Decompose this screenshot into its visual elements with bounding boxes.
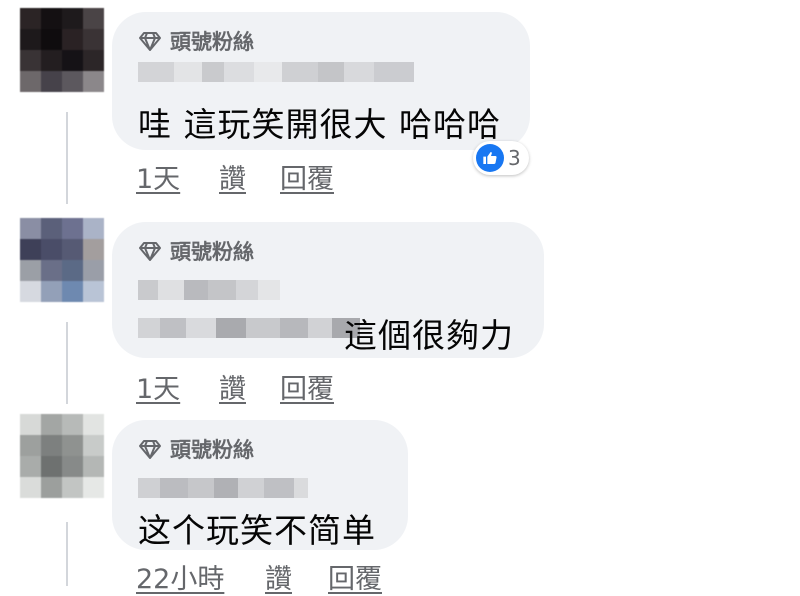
like-icon: [476, 144, 504, 172]
reply-link[interactable]: 回覆: [280, 157, 334, 196]
timestamp-link[interactable]: 1天: [136, 157, 180, 196]
commenter-subtitle: [138, 318, 360, 338]
avatar[interactable]: [20, 218, 104, 302]
avatar[interactable]: [20, 414, 104, 498]
diamond-icon: [139, 32, 161, 51]
comment-text: 這個很夠力: [344, 316, 514, 355]
top-fan-badge: 頭號粉絲: [138, 26, 254, 56]
reaction-summary[interactable]: 3: [473, 141, 529, 175]
like-link[interactable]: 讚: [219, 367, 246, 406]
comment-text: 哇 這玩笑開很大 哈哈哈: [138, 105, 501, 144]
like-link[interactable]: 讚: [219, 157, 246, 196]
thread-line: [66, 322, 68, 404]
comment-text: 这个玩笑不简单: [138, 511, 376, 550]
comment-bubble: 頭號粉絲 哇 這玩笑開很大 哈哈哈: [112, 12, 530, 150]
thread-line: [66, 112, 68, 204]
avatar[interactable]: [20, 8, 104, 92]
thread-line: [66, 522, 68, 586]
badge-label: 頭號粉絲: [170, 240, 254, 264]
commenter-name[interactable]: [138, 62, 414, 82]
comment-bubble: 頭號粉絲 这个玩笑不简单: [112, 420, 408, 550]
diamond-icon: [139, 242, 161, 261]
badge-label: 頭號粉絲: [170, 30, 254, 54]
top-fan-badge: 頭號粉絲: [138, 434, 254, 464]
commenter-name[interactable]: [138, 280, 280, 300]
timestamp-link[interactable]: 22小時: [136, 557, 224, 596]
comment-bubble: 頭號粉絲 這個很夠力: [112, 222, 544, 358]
reply-link[interactable]: 回覆: [328, 557, 382, 596]
reply-link[interactable]: 回覆: [280, 367, 334, 406]
reaction-count: 3: [508, 146, 521, 170]
diamond-icon: [139, 440, 161, 459]
badge-label: 頭號粉絲: [170, 438, 254, 462]
like-link[interactable]: 讚: [265, 557, 292, 596]
commenter-name[interactable]: [138, 478, 308, 498]
timestamp-link[interactable]: 1天: [136, 367, 180, 406]
top-fan-badge: 頭號粉絲: [138, 236, 254, 266]
